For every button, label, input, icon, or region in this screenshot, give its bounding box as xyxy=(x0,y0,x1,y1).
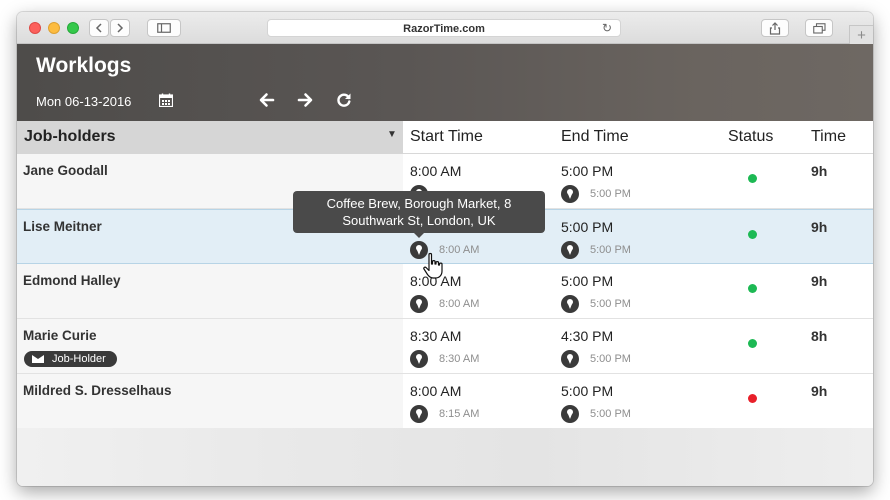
current-date: Mon 06-13-2016 xyxy=(36,94,132,109)
jobholder-badge[interactable]: Job-Holder xyxy=(24,351,117,367)
end-time: 4:30 PM xyxy=(561,328,614,344)
location-pin-icon[interactable] xyxy=(410,350,428,368)
jobholder-name: Lise Meitner xyxy=(23,219,102,234)
table-header: Job-holders ▼ Start Time End Time Status… xyxy=(17,121,873,154)
app-header: Worklogs Mon 06-13-2016 xyxy=(17,44,873,121)
status-indicator xyxy=(748,230,757,239)
start-location-time: 8:00 AM xyxy=(439,298,480,310)
sidebar-icon xyxy=(157,23,171,33)
browser-toolbar: RazorTime.com ↻ + xyxy=(17,12,873,44)
address-bar[interactable]: RazorTime.com ↻ xyxy=(267,19,621,37)
start-time-header[interactable]: Start Time xyxy=(410,128,483,146)
end-location-time: 5:00 PM xyxy=(590,298,631,310)
reload-icon[interactable]: ↻ xyxy=(602,21,612,35)
address-url: RazorTime.com xyxy=(403,23,485,35)
location-pin-icon[interactable] xyxy=(561,241,579,259)
status-header[interactable]: Status xyxy=(728,128,773,146)
close-window-button[interactable] xyxy=(29,22,41,34)
page-title: Worklogs xyxy=(36,54,132,77)
table-row[interactable]: Marie Curie Job-Holder 8:30 AM 8:30 AM 4… xyxy=(17,319,873,374)
caret-down-icon[interactable]: ▼ xyxy=(387,129,397,140)
arrow-right-icon[interactable] xyxy=(296,91,314,109)
arrow-left-icon[interactable] xyxy=(258,91,276,109)
calendar-icon[interactable] xyxy=(159,93,173,107)
location-pin-icon[interactable] xyxy=(561,350,579,368)
refresh-icon[interactable] xyxy=(335,91,353,109)
jobholder-name: Mildred S. Dresselhaus xyxy=(23,383,172,398)
tooltip-line-1: Coffee Brew, Borough Market, 8 xyxy=(326,196,512,211)
status-indicator xyxy=(748,394,757,403)
badge-label: Job-Holder xyxy=(52,353,106,365)
zoom-window-button[interactable] xyxy=(67,22,79,34)
time-header[interactable]: Time xyxy=(811,128,846,146)
start-time: 8:00 AM xyxy=(410,383,462,399)
tabs-icon xyxy=(812,22,826,34)
forward-button[interactable] xyxy=(110,19,130,37)
jobholder-name: Marie Curie xyxy=(23,328,97,343)
browser-window: RazorTime.com ↻ + Worklogs Mon 06-13-201… xyxy=(17,12,873,486)
back-button[interactable] xyxy=(89,19,109,37)
end-location-time: 5:00 PM xyxy=(590,244,631,256)
start-location-time: 8:30 AM xyxy=(439,353,480,365)
duration: 9h xyxy=(811,273,828,289)
end-time: 5:00 PM xyxy=(561,383,614,399)
end-location-time: 5:00 PM xyxy=(590,408,631,420)
status-indicator xyxy=(748,174,757,183)
duration: 9h xyxy=(811,163,828,179)
jobholders-column-header[interactable]: Job-holders ▼ xyxy=(17,121,403,154)
tooltip-arrow xyxy=(414,233,424,238)
tabs-overview-button[interactable] xyxy=(805,19,833,37)
status-indicator xyxy=(748,284,757,293)
location-tooltip: Coffee Brew, Borough Market, 8 Southwark… xyxy=(293,191,545,233)
end-location-time: 5:00 PM xyxy=(590,353,631,365)
minimize-window-button[interactable] xyxy=(48,22,60,34)
duration: 8h xyxy=(811,328,828,344)
tooltip-line-2: Southwark St, London, UK xyxy=(342,213,496,228)
envelope-icon xyxy=(32,355,44,363)
hand-cursor-icon xyxy=(423,252,443,279)
location-pin-icon[interactable] xyxy=(561,295,579,313)
location-pin-icon[interactable] xyxy=(561,185,579,203)
chevron-right-icon xyxy=(117,23,124,33)
end-location-time: 5:00 PM xyxy=(590,188,631,200)
location-pin-icon[interactable] xyxy=(410,405,428,423)
location-pin-icon[interactable] xyxy=(561,405,579,423)
empty-area xyxy=(17,428,873,486)
new-tab-button[interactable]: + xyxy=(849,25,873,44)
sidebar-toggle-button[interactable] xyxy=(147,19,181,37)
duration: 9h xyxy=(811,219,828,235)
share-icon xyxy=(769,21,781,35)
jobholders-header-label: Job-holders xyxy=(24,128,116,145)
share-button[interactable] xyxy=(761,19,789,37)
jobholder-name: Jane Goodall xyxy=(23,163,108,178)
end-time: 5:00 PM xyxy=(561,163,614,179)
duration: 9h xyxy=(811,383,828,399)
status-indicator xyxy=(748,339,757,348)
end-time: 5:00 PM xyxy=(561,273,614,289)
end-time-header[interactable]: End Time xyxy=(561,128,629,146)
jobholder-name: Edmond Halley xyxy=(23,273,121,288)
table-row[interactable]: Mildred S. Dresselhaus 8:00 AM 8:15 AM 5… xyxy=(17,374,873,429)
chevron-left-icon xyxy=(95,23,102,33)
location-pin-icon[interactable] xyxy=(410,295,428,313)
end-time: 5:00 PM xyxy=(561,219,614,235)
start-time: 8:00 AM xyxy=(410,163,462,179)
start-location-time: 8:15 AM xyxy=(439,408,480,420)
start-time: 8:30 AM xyxy=(410,328,462,344)
